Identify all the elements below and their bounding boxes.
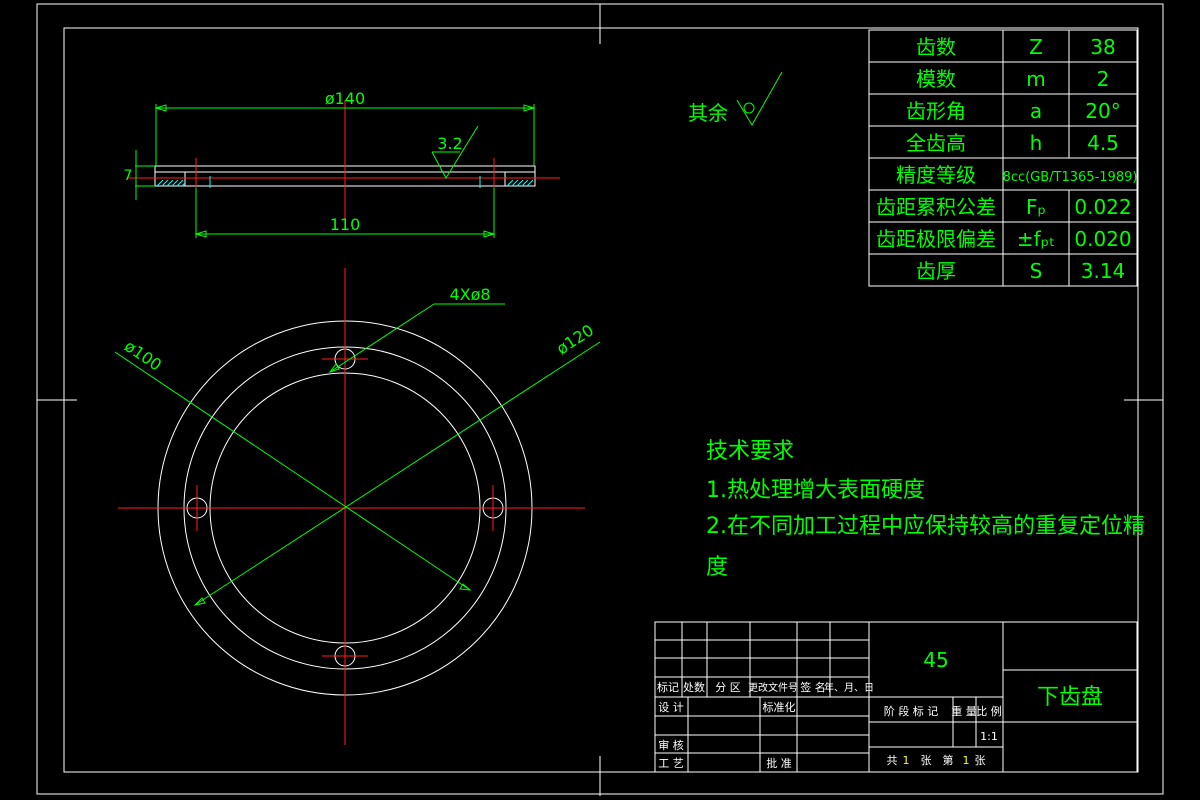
tb-review: 审 核 xyxy=(658,738,684,752)
tb-sheet-label: 第 xyxy=(943,753,954,767)
gear-param-name: 精度等级 xyxy=(896,163,976,187)
dim-thickness: 7 xyxy=(124,168,133,184)
dim-top-outer-dia: ø140 xyxy=(325,89,365,108)
section-view: ø140 110 7 3.2 xyxy=(124,89,560,238)
technical-requirements: 技术要求 1.热处理增大表面硬度 2.在不同加工过程中应保持较高的重复定位精 度 xyxy=(706,439,1145,580)
material: 45 xyxy=(923,648,948,672)
gear-param-value: 3.14 xyxy=(1081,259,1126,283)
gear-param-name: 齿形角 xyxy=(906,99,966,123)
tb-design: 设 计 xyxy=(658,701,684,714)
dim-dia-120: ø120 xyxy=(553,320,597,358)
gear-parameter-table: 齿数 Z 38 模数 m 2 齿形角 a 20° 全齿高 h 4.5 精度等级 … xyxy=(868,29,1138,287)
gear-param-symbol: a xyxy=(1030,99,1042,123)
local-roughness-value: 3.2 xyxy=(437,134,462,153)
gear-param-name: 齿距极限偏差 xyxy=(876,227,996,251)
gear-param-value: 0.020 xyxy=(1074,227,1131,251)
gear-param-symbol: h xyxy=(1030,131,1043,155)
gear-param-value: 20° xyxy=(1085,99,1120,123)
gear-param-symbol: Z xyxy=(1029,35,1043,59)
surface-finish-label: 其余 xyxy=(688,101,728,125)
tb-sheet-unit: 张 xyxy=(921,754,932,767)
dim-holes: 4Xø8 xyxy=(449,285,490,304)
tb-header: 处数 xyxy=(683,681,705,694)
plan-view: ø100 ø120 4Xø8 xyxy=(114,268,601,745)
tech-req-item: 度 xyxy=(706,555,728,580)
tb-total-num: 1 xyxy=(903,754,910,767)
tb-scale-value: 1:1 xyxy=(980,730,998,743)
tb-weight: 重 量 xyxy=(951,704,977,718)
dim-dia-100: ø100 xyxy=(121,336,165,374)
tb-header: 签 名 xyxy=(800,680,826,694)
gear-param-value: 2 xyxy=(1097,67,1110,91)
tb-sheet-num: 1 xyxy=(963,754,970,767)
tech-req-item: 1.热处理增大表面硬度 xyxy=(706,478,925,503)
gear-param-symbol: 8cc(GB/T1365-1989) xyxy=(1003,170,1138,185)
roughness-symbol-icon xyxy=(736,71,783,126)
sheet-border xyxy=(36,3,1164,796)
tb-approve: 批 准 xyxy=(766,756,792,770)
gear-param-name: 齿数 xyxy=(916,35,956,59)
tb-stage-mark: 阶 段 标 记 xyxy=(884,704,939,718)
engineering-drawing: 齿数 Z 38 模数 m 2 齿形角 a 20° 全齿高 h 4.5 精度等级 … xyxy=(36,3,1164,796)
gear-param-symbol: ±fₚₜ xyxy=(1017,227,1055,251)
gear-param-symbol: S xyxy=(1030,259,1043,283)
gear-param-name: 全齿高 xyxy=(906,131,966,155)
gear-param-symbol: m xyxy=(1026,67,1045,91)
tb-header: 更改文件号 xyxy=(748,681,798,694)
title-block: 标记 处数 分 区 更改文件号 签 名 年、月、日 设 计 标准化 审 核 工 … xyxy=(654,621,1138,773)
gear-param-value: 4.5 xyxy=(1087,131,1119,155)
gear-param-name: 齿距累积公差 xyxy=(876,195,996,219)
tb-header: 分 区 xyxy=(715,681,741,694)
tb-sheet-unit2: 张 xyxy=(975,754,986,767)
tech-req-item: 2.在不同加工过程中应保持较高的重复定位精 xyxy=(706,514,1145,539)
surface-finish-note: 其余 xyxy=(688,71,783,126)
dim-top-inner: 110 xyxy=(330,215,361,234)
tech-req-title: 技术要求 xyxy=(706,439,794,464)
gear-param-name: 齿厚 xyxy=(916,259,956,283)
tb-header: 标记 xyxy=(657,680,679,694)
tb-process: 工 艺 xyxy=(658,757,684,770)
tb-total-label: 共 xyxy=(887,754,898,767)
gear-param-symbol: Fₚ xyxy=(1026,195,1046,219)
gear-param-value: 38 xyxy=(1090,35,1115,59)
tb-header: 年、月、日 xyxy=(824,681,874,694)
tb-standardize: 标准化 xyxy=(763,700,796,714)
gear-param-name: 模数 xyxy=(916,67,956,91)
gear-param-value: 0.022 xyxy=(1074,195,1131,219)
tb-scale-label: 比 例 xyxy=(976,704,1002,718)
part-name: 下齿盘 xyxy=(1037,685,1103,710)
